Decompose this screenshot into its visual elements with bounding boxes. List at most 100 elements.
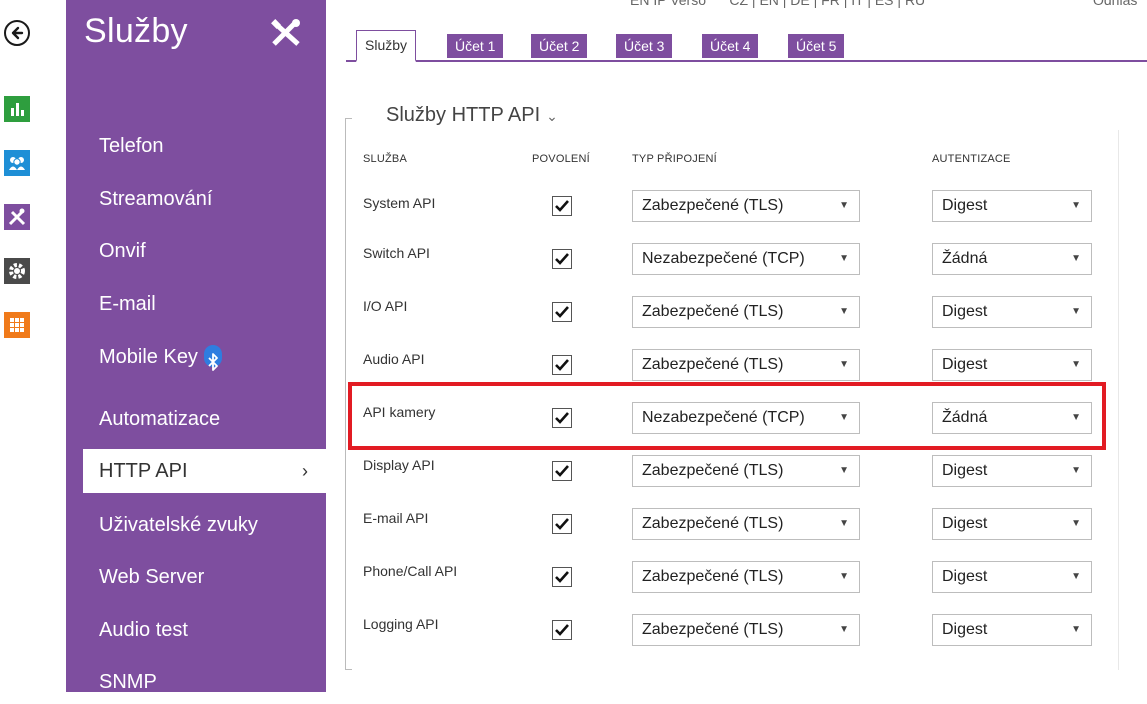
- sidebar-item-uzivatelske-zvuky[interactable]: Uživatelské zvuky: [83, 503, 326, 547]
- dropdown-arrow-icon: ▼: [839, 253, 849, 264]
- authentication-select[interactable]: Digest ▼: [932, 455, 1092, 487]
- tab-ucet-4[interactable]: Účet 4: [702, 34, 759, 58]
- connection-type-select[interactable]: Nezabezpečené (TCP) ▼: [632, 243, 860, 275]
- enabled-checkbox[interactable]: [552, 514, 572, 534]
- dropdown-arrow-icon: ▼: [839, 571, 849, 582]
- section-title-text: Služby HTTP API: [386, 104, 541, 126]
- connection-type-select[interactable]: Zabezpečené (TLS) ▼: [632, 349, 860, 381]
- tabs-divider: [346, 60, 1147, 62]
- dropdown-arrow-icon: ▼: [839, 518, 849, 529]
- language-bar: EN IP Verso CZ | EN | DE | FR | IT | ES …: [630, 0, 925, 8]
- connection-type-select[interactable]: Zabezpečené (TLS) ▼: [632, 508, 860, 540]
- section-title[interactable]: Služby HTTP API ⌄: [386, 104, 558, 127]
- service-name: Audio API: [363, 351, 425, 367]
- authentication-select[interactable]: Digest ▼: [932, 190, 1092, 222]
- enabled-checkbox[interactable]: [552, 355, 572, 375]
- dropdown-arrow-icon: ▼: [839, 359, 849, 370]
- dropdown-arrow-icon: ▼: [839, 465, 849, 476]
- version-text: EN IP Verso: [630, 0, 707, 8]
- sidebar-item-streamovani[interactable]: Streamování: [83, 177, 326, 221]
- connection-type-select[interactable]: Zabezpečené (TLS) ▼: [632, 561, 860, 593]
- dropdown-arrow-icon: ▼: [839, 624, 849, 635]
- authentication-select[interactable]: Digest ▼: [932, 561, 1092, 593]
- select-value: Nezabezpečené (TCP): [642, 250, 805, 267]
- select-value: Digest: [942, 197, 988, 214]
- select-value: Zabezpečené (TLS): [642, 303, 784, 320]
- users-icon[interactable]: [4, 150, 30, 176]
- tools-icon[interactable]: [4, 204, 30, 230]
- chevron-down-icon: ⌄: [546, 108, 558, 124]
- select-value: Digest: [942, 462, 988, 479]
- language-links[interactable]: CZ | EN | DE | FR | IT | ES | RU: [729, 0, 925, 8]
- column-header-auth: AUTENTIZACE: [932, 153, 1011, 165]
- select-value: Digest: [942, 356, 988, 373]
- select-value: Zabezpečené (TLS): [642, 515, 784, 532]
- sidebar-item-email[interactable]: E-mail: [83, 282, 326, 326]
- select-value: Digest: [942, 515, 988, 532]
- service-name: I/O API: [363, 298, 408, 314]
- authentication-select[interactable]: Digest ▼: [932, 508, 1092, 540]
- checkmark-icon: [555, 571, 569, 583]
- sidebar-item-http-api[interactable]: HTTP API ›: [83, 449, 326, 493]
- service-name: E-mail API: [363, 510, 429, 526]
- sidebar-item-automatizace[interactable]: Automatizace: [83, 397, 326, 441]
- tab-sluzby[interactable]: Služby: [356, 30, 417, 62]
- authentication-select[interactable]: Digest ▼: [932, 349, 1092, 381]
- sidebar-item-onvif[interactable]: Onvif: [83, 229, 326, 273]
- service-name: Switch API: [363, 245, 430, 261]
- connection-type-select[interactable]: Zabezpečené (TLS) ▼: [632, 296, 860, 328]
- authentication-select[interactable]: Digest ▼: [932, 614, 1092, 646]
- enabled-checkbox[interactable]: [552, 196, 572, 216]
- connection-type-select[interactable]: Zabezpečené (TLS) ▼: [632, 614, 860, 646]
- sidebar-item-web-server[interactable]: Web Server: [83, 555, 326, 599]
- checkmark-icon: [555, 465, 569, 477]
- tools-icon: [268, 18, 308, 48]
- logout-link[interactable]: Odhlás: [1093, 0, 1137, 8]
- sidebar-item-audio-test[interactable]: Audio test: [83, 608, 326, 652]
- dropdown-arrow-icon: ▼: [839, 306, 849, 317]
- dropdown-arrow-icon: ▼: [1071, 306, 1081, 317]
- checkmark-icon: [555, 624, 569, 636]
- dropdown-arrow-icon: ▼: [1071, 624, 1081, 635]
- sidebar-item-snmp[interactable]: SNMP: [83, 660, 326, 704]
- service-name: Phone/Call API: [363, 563, 458, 579]
- sidebar-item-label: HTTP API: [99, 460, 188, 482]
- enabled-checkbox[interactable]: [552, 249, 572, 269]
- checkmark-icon: [555, 518, 569, 530]
- dropdown-arrow-icon: ▼: [1071, 253, 1081, 264]
- select-value: Digest: [942, 568, 988, 585]
- dropdown-arrow-icon: ▼: [1071, 518, 1081, 529]
- dropdown-arrow-icon: ▼: [1071, 359, 1081, 370]
- back-arrow-icon[interactable]: [4, 20, 30, 46]
- dropdown-arrow-icon: ▼: [1071, 465, 1081, 476]
- tab-ucet-3[interactable]: Účet 3: [616, 34, 673, 58]
- sidebar-item-label: Mobile Key: [99, 346, 198, 368]
- icon-rail: [0, 0, 36, 692]
- sidebar-item-mobile-key[interactable]: Mobile Key: [83, 335, 326, 379]
- connection-type-select[interactable]: Zabezpečené (TLS) ▼: [632, 455, 860, 487]
- chevron-right-icon: ›: [302, 461, 308, 481]
- sidebar-item-telefon[interactable]: Telefon: [83, 124, 326, 168]
- checkmark-icon: [555, 306, 569, 318]
- dropdown-arrow-icon: ▼: [1071, 200, 1081, 211]
- service-name: System API: [363, 195, 436, 211]
- tab-ucet-1[interactable]: Účet 1: [447, 34, 504, 58]
- bar-chart-icon[interactable]: [4, 96, 30, 122]
- column-divider: [1118, 130, 1119, 670]
- checkmark-icon: [555, 253, 569, 265]
- enabled-checkbox[interactable]: [552, 302, 572, 322]
- enabled-checkbox[interactable]: [552, 567, 572, 587]
- connection-type-select[interactable]: Zabezpečené (TLS) ▼: [632, 190, 860, 222]
- enabled-checkbox[interactable]: [552, 461, 572, 481]
- dropdown-arrow-icon: ▼: [839, 200, 849, 211]
- gear-icon[interactable]: [4, 258, 30, 284]
- select-value: Zabezpečené (TLS): [642, 568, 784, 585]
- grid-icon[interactable]: [4, 312, 30, 338]
- authentication-select[interactable]: Žádná ▼: [932, 243, 1092, 275]
- tab-ucet-2[interactable]: Účet 2: [531, 34, 588, 58]
- tab-ucet-5[interactable]: Účet 5: [788, 34, 845, 58]
- enabled-checkbox[interactable]: [552, 620, 572, 640]
- column-header-enabled: POVOLENÍ: [532, 153, 590, 165]
- authentication-select[interactable]: Digest ▼: [932, 296, 1092, 328]
- select-value: Digest: [942, 303, 988, 320]
